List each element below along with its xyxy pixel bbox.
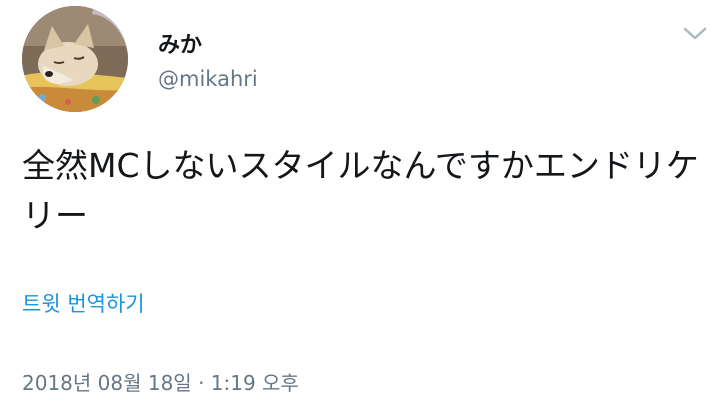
tweet-text: 全然MCしないスタイルなんですかエンドリケリー	[22, 146, 699, 235]
avatar-image	[22, 6, 128, 112]
author-handle[interactable]: @mikahri	[158, 66, 258, 92]
chevron-down-icon[interactable]	[682, 24, 708, 44]
avatar[interactable]	[22, 6, 128, 112]
author-display-name[interactable]: みか	[158, 33, 202, 59]
tweet-timestamp[interactable]: 2018년 08월 18일 · 1:19 오후	[22, 369, 299, 397]
translate-tweet-link[interactable]: 트윗 번역하기	[22, 290, 145, 318]
